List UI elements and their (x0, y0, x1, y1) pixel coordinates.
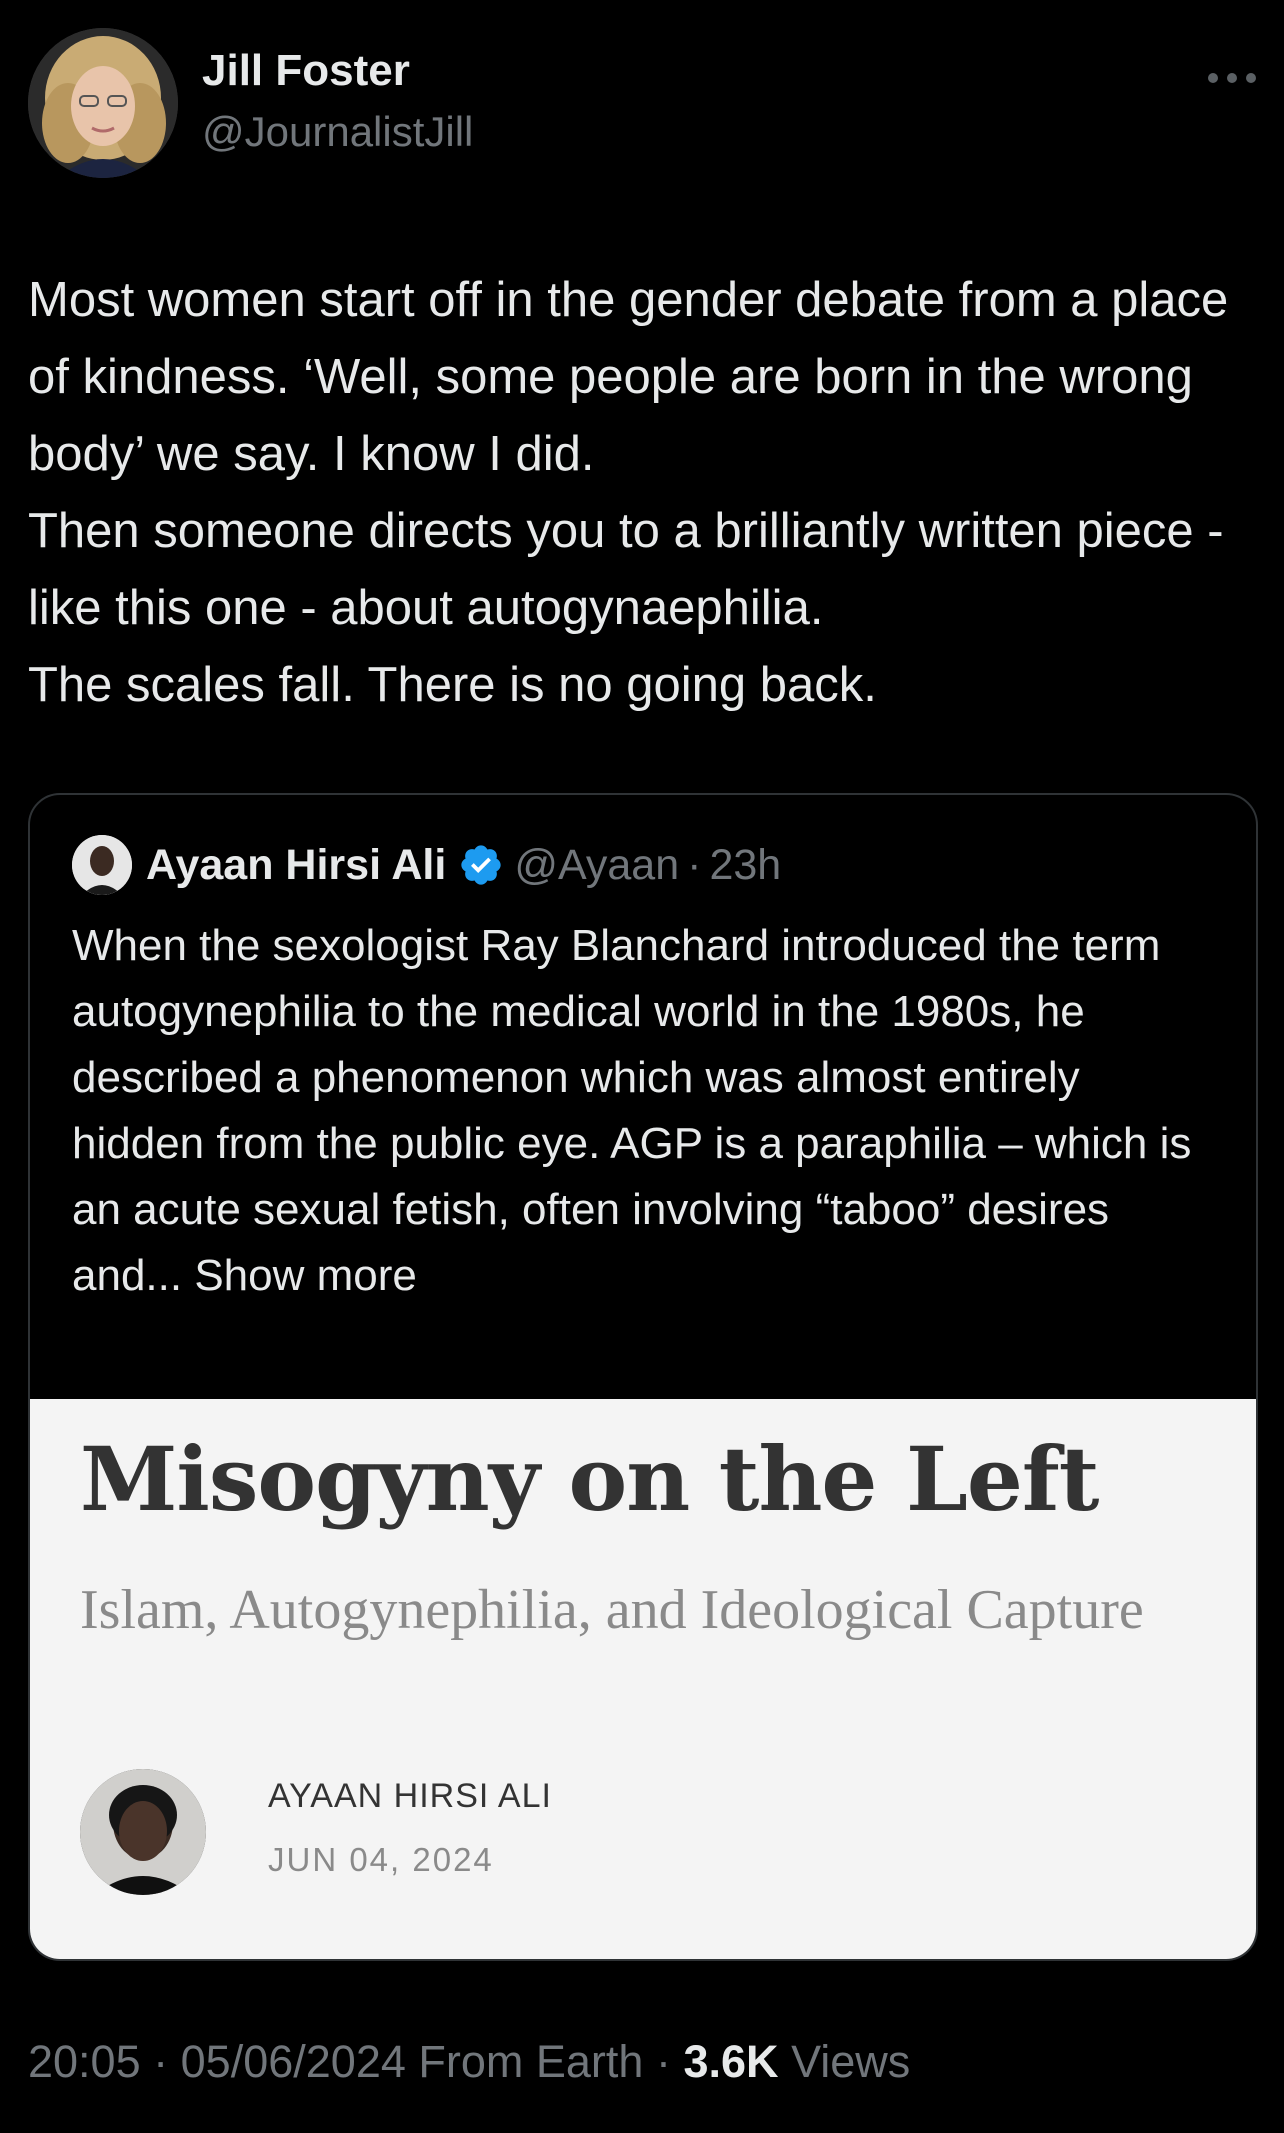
separator-dot: · (655, 2036, 671, 2087)
quoted-text-body: When the sexologist Ray Blanchard introd… (72, 921, 1192, 1300)
more-dot (1227, 73, 1237, 83)
author-avatar[interactable] (28, 28, 178, 178)
tweet-source: From Earth (418, 2036, 644, 2087)
quoted-author-avatar (72, 835, 132, 895)
article-preview-card[interactable]: Misogyny on the Left Islam, Autogynephil… (30, 1399, 1256, 1959)
separator-dot: · (687, 840, 702, 889)
tweet-time[interactable]: 20:05 (28, 2036, 141, 2087)
tweet-paragraph: The scales fall. There is no going back. (28, 658, 877, 712)
tweet-meta-footer: 20:05 · 05/06/2024 From Earth · 3.6K Vie… (28, 2036, 910, 2088)
more-dot (1208, 73, 1218, 83)
quoted-author-handle: @Ayaan (514, 840, 680, 889)
author-name[interactable]: Jill Foster (202, 46, 410, 96)
author-avatar-image (28, 28, 178, 178)
separator-dot: · (153, 2036, 169, 2087)
tweet-paragraph: Then someone directs you to a brilliantl… (28, 504, 1224, 635)
views-label[interactable]: Views (791, 2036, 910, 2087)
quoted-avatar-image (72, 835, 132, 895)
article-author-avatar (80, 1769, 206, 1895)
tweet-text: Most women start off in the gender debat… (28, 262, 1258, 724)
views-count[interactable]: 3.6K (683, 2036, 778, 2087)
tweet-header: Jill Foster @JournalistJill (28, 28, 1256, 178)
quoted-tweet-card[interactable]: Ayaan Hirsi Ali @Ayaan · 23h When the se… (28, 793, 1258, 1961)
quoted-timestamp: 23h (709, 840, 782, 889)
quoted-tweet-header: Ayaan Hirsi Ali @Ayaan · 23h (72, 835, 781, 895)
more-dot (1246, 73, 1256, 83)
verified-badge-icon[interactable] (458, 842, 504, 888)
tweet-date[interactable]: 05/06/2024 (181, 2036, 406, 2087)
author-handle[interactable]: @JournalistJill (202, 108, 473, 156)
show-more-link[interactable]: Show more (194, 1251, 417, 1300)
article-date: JUN 04, 2024 (268, 1841, 494, 1878)
quoted-tweet-text: When the sexologist Ray Blanchard introd… (72, 913, 1222, 1309)
article-title: Misogyny on the Left (80, 1427, 1099, 1531)
article-subtitle: Islam, Autogynephilia, and Ideological C… (80, 1579, 1144, 1641)
quoted-author-name: Ayaan Hirsi Ali (146, 840, 447, 889)
tweet-paragraph: Most women start off in the gender debat… (28, 273, 1229, 481)
article-author-name: AYAAN HIRSI ALI (268, 1777, 552, 1815)
article-author-image (80, 1769, 206, 1895)
more-options-icon[interactable] (1208, 68, 1256, 88)
